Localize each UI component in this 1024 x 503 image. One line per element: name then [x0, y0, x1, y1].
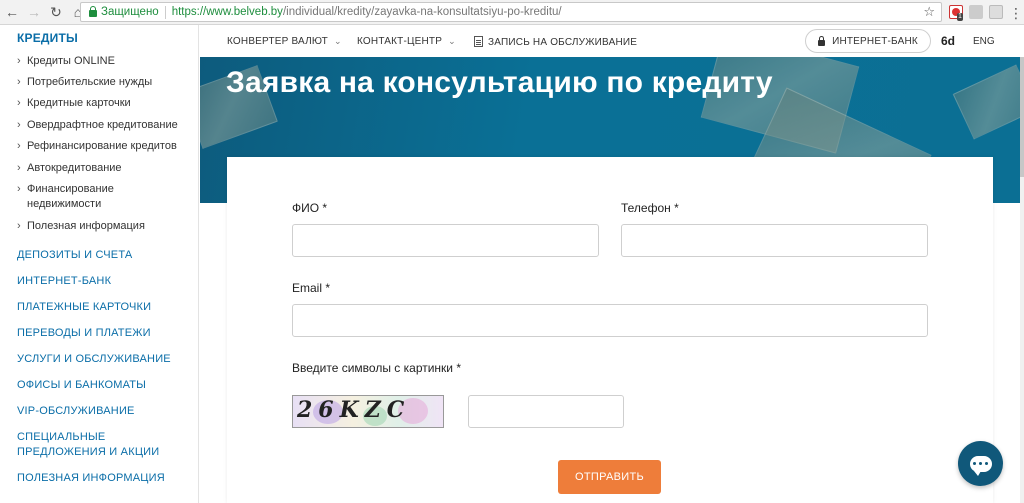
sidebar-item-overdraft[interactable]: › Овердрафтное кредитование: [17, 118, 178, 133]
service-booking-label: ЗАПИСЬ НА ОБСЛУЖИВАНИЕ: [488, 37, 638, 48]
sidebar-item-refinancing[interactable]: › Рефинансирование кредитов: [17, 139, 177, 154]
fio-label: ФИО *: [292, 201, 328, 215]
scrollbar-thumb[interactable]: [1020, 57, 1024, 177]
service-booking-link[interactable]: ЗАПИСЬ НА ОБСЛУЖИВАНИЕ: [474, 36, 637, 48]
phone-label: Телефон *: [621, 201, 679, 215]
adblock-extension-icon[interactable]: 1: [949, 5, 963, 21]
address-bar[interactable]: Защищено https://www.belveb.by /individu…: [80, 2, 942, 22]
top-navigation: КОНВЕРТЕР ВАЛЮТ ⌄ КОНТАКТ-ЦЕНТР ⌄ ЗАПИСЬ Н…: [200, 25, 1024, 57]
sidebar: КРЕДИТЫ › Кредиты ONLINE › Потребительские…: [0, 25, 199, 503]
sidebar-item-deposits[interactable]: ДЕПОЗИТЫ И СЧЕТА: [17, 248, 132, 263]
email-input[interactable]: [292, 304, 928, 337]
forward-icon[interactable]: →: [24, 2, 44, 22]
sidebar-heading-credits[interactable]: КРЕДИТЫ: [17, 31, 78, 45]
back-icon[interactable]: ←: [2, 2, 22, 22]
currency-converter-label: КОНВЕРТЕР ВАЛЮТ: [227, 36, 328, 47]
internet-bank-button[interactable]: ИНТЕРНЕТ-БАНК: [805, 29, 931, 53]
sidebar-item-offices[interactable]: ОФИСЫ И БАНКОМАТЫ: [17, 378, 146, 393]
captcha-label: Введите символы с картинки *: [292, 361, 462, 375]
sidebar-item-internet-bank[interactable]: ИНТЕРНЕТ-БАНК: [17, 274, 111, 289]
url-path: /individual/kredity/zayavka-na-konsultat…: [282, 6, 562, 18]
chat-bubble-icon: [969, 455, 992, 476]
reload-icon[interactable]: ↻: [46, 2, 66, 22]
sidebar-item-credit-cards[interactable]: › Кредитные карточки: [17, 96, 131, 111]
chevron-right-icon: ›: [17, 140, 21, 152]
banknote-image: [952, 64, 1020, 140]
email-label: Email *: [292, 281, 331, 295]
rss-extension-icon[interactable]: [989, 5, 1003, 19]
accessibility-glasses-icon[interactable]: 6d: [941, 34, 955, 48]
currency-converter-dropdown[interactable]: КОНВЕРТЕР ВАЛЮТ ⌄: [227, 36, 342, 47]
browser-toolbar: ← → ↻ ⌂ Защищено https://www.belveb.by /…: [0, 0, 1024, 25]
captcha-text: 26KZC: [297, 397, 411, 423]
chevron-right-icon: ›: [17, 162, 21, 174]
lock-icon: [818, 35, 826, 46]
chevron-right-icon: ›: [17, 97, 21, 109]
contact-center-label: КОНТАКТ-ЦЕНТР: [357, 36, 443, 47]
contact-center-dropdown[interactable]: КОНТАКТ-ЦЕНТР ⌄: [357, 36, 456, 47]
chevron-right-icon: ›: [17, 220, 21, 232]
bookmark-star-icon[interactable]: ☆: [923, 4, 935, 20]
language-switch[interactable]: ENG: [973, 36, 995, 47]
fio-input[interactable]: [292, 224, 599, 257]
captcha-input[interactable]: [468, 395, 624, 428]
chat-widget-button[interactable]: [958, 441, 1003, 486]
divider: [164, 5, 166, 19]
internet-bank-label: ИНТЕРНЕТ-БАНК: [832, 35, 918, 47]
sidebar-item-payment-cards[interactable]: ПЛАТЕЖНЫЕ КАРТОЧКИ: [17, 300, 151, 315]
sidebar-item-real-estate[interactable]: › Финансирование недвижимости: [17, 182, 114, 212]
lock-icon: [89, 6, 97, 17]
captcha-image: 26KZC: [292, 395, 444, 428]
chevron-down-icon: ⌄: [448, 36, 456, 46]
extension-badge: 1: [957, 13, 963, 21]
sidebar-item-consumer-needs[interactable]: › Потребительские нужды: [17, 75, 152, 90]
sidebar-item-credits-online[interactable]: › Кредиты ONLINE: [17, 54, 115, 69]
url-host: https://www.belveb.by: [171, 6, 283, 18]
chevron-down-icon: ⌄: [333, 36, 342, 46]
page-scrollbar[interactable]: [1020, 57, 1024, 503]
extension-icon[interactable]: [969, 5, 983, 19]
sidebar-item-vip[interactable]: VIP-ОБСЛУЖИВАНИЕ: [17, 404, 135, 419]
menu-icon[interactable]: ⋮: [1006, 3, 1024, 23]
sidebar-item-useful-information[interactable]: ПОЛЕЗНАЯ ИНФОРМАЦИЯ: [17, 471, 165, 486]
chevron-right-icon: ›: [17, 119, 21, 131]
secure-label: Защищено: [101, 6, 159, 18]
document-icon: [474, 36, 483, 47]
chevron-right-icon: ›: [17, 76, 21, 88]
chevron-right-icon: ›: [17, 183, 21, 195]
chevron-right-icon: ›: [17, 55, 21, 67]
sidebar-item-useful-info[interactable]: › Полезная информация: [17, 219, 145, 234]
sidebar-item-services[interactable]: УСЛУГИ И ОБСЛУЖИВАНИЕ: [17, 352, 171, 367]
sidebar-item-transfers[interactable]: ПЕРЕВОДЫ И ПЛАТЕЖИ: [17, 326, 151, 341]
phone-input[interactable]: [621, 224, 928, 257]
sidebar-item-special-offers[interactable]: СПЕЦИАЛЬНЫЕ ПРЕДЛОЖЕНИЯ И АКЦИИ: [17, 430, 159, 460]
sidebar-item-auto-credit[interactable]: › Автокредитование: [17, 161, 122, 176]
page-title: Заявка на консультацию по кредиту: [226, 66, 773, 99]
submit-button[interactable]: ОТПРАВИТЬ: [558, 460, 661, 494]
